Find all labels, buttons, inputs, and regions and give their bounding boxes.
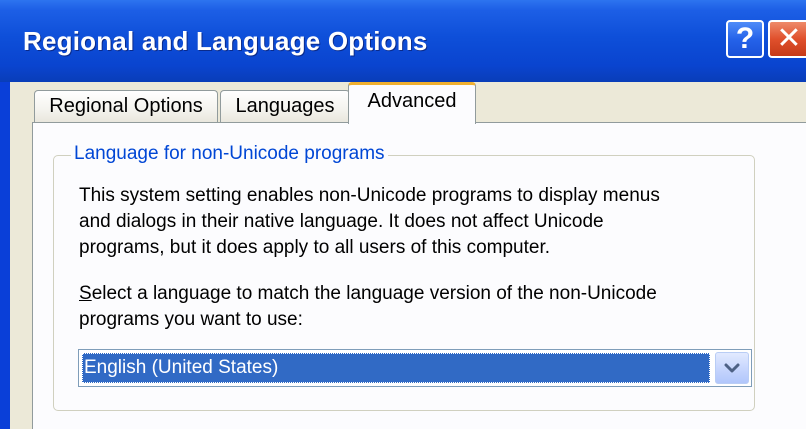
title-bar[interactable]: Regional and Language Options ? ✕ [0,0,806,82]
tab-languages[interactable]: Languages [220,90,350,122]
select-language-label: Select a language to match the language … [79,281,769,333]
description-line: and dialogs in their native language. It… [79,211,604,232]
select-label-line: programs you want to use: [79,309,303,330]
tab-label: Languages [235,95,335,117]
tab-label: Regional Options [49,95,203,117]
description-text: This system setting enables non-Unicode … [79,183,759,261]
tab-label: Advanced [367,90,457,112]
tab-panel-advanced: Language for non-Unicode programs This s… [32,122,806,429]
close-button[interactable]: ✕ [768,20,806,58]
language-dropdown[interactable]: English (United States) [78,349,752,387]
group-title: Language for non-Unicode programs [71,143,388,165]
select-label-text: elect a language to match the language v… [91,283,657,304]
chevron-down-icon [724,363,740,373]
tab-advanced[interactable]: Advanced [348,82,476,124]
dialog-client-area: Regional Options Languages Advanced Lang… [10,82,806,429]
dialog-window: Regional and Language Options ? ✕ Region… [0,0,806,429]
close-icon: ✕ [776,22,802,55]
help-icon: ? [735,22,755,55]
help-button[interactable]: ? [726,20,764,58]
accelerator-key: S [79,283,92,304]
description-line: This system setting enables non-Unicode … [79,185,660,206]
dropdown-button[interactable] [715,352,749,384]
description-line: programs, but it does apply to all users… [79,237,551,258]
selected-language[interactable]: English (United States) [82,353,710,383]
window-title: Regional and Language Options [23,26,428,56]
tab-regional-options[interactable]: Regional Options [34,90,218,122]
select-label-line: Select a language to match the language … [79,281,769,307]
